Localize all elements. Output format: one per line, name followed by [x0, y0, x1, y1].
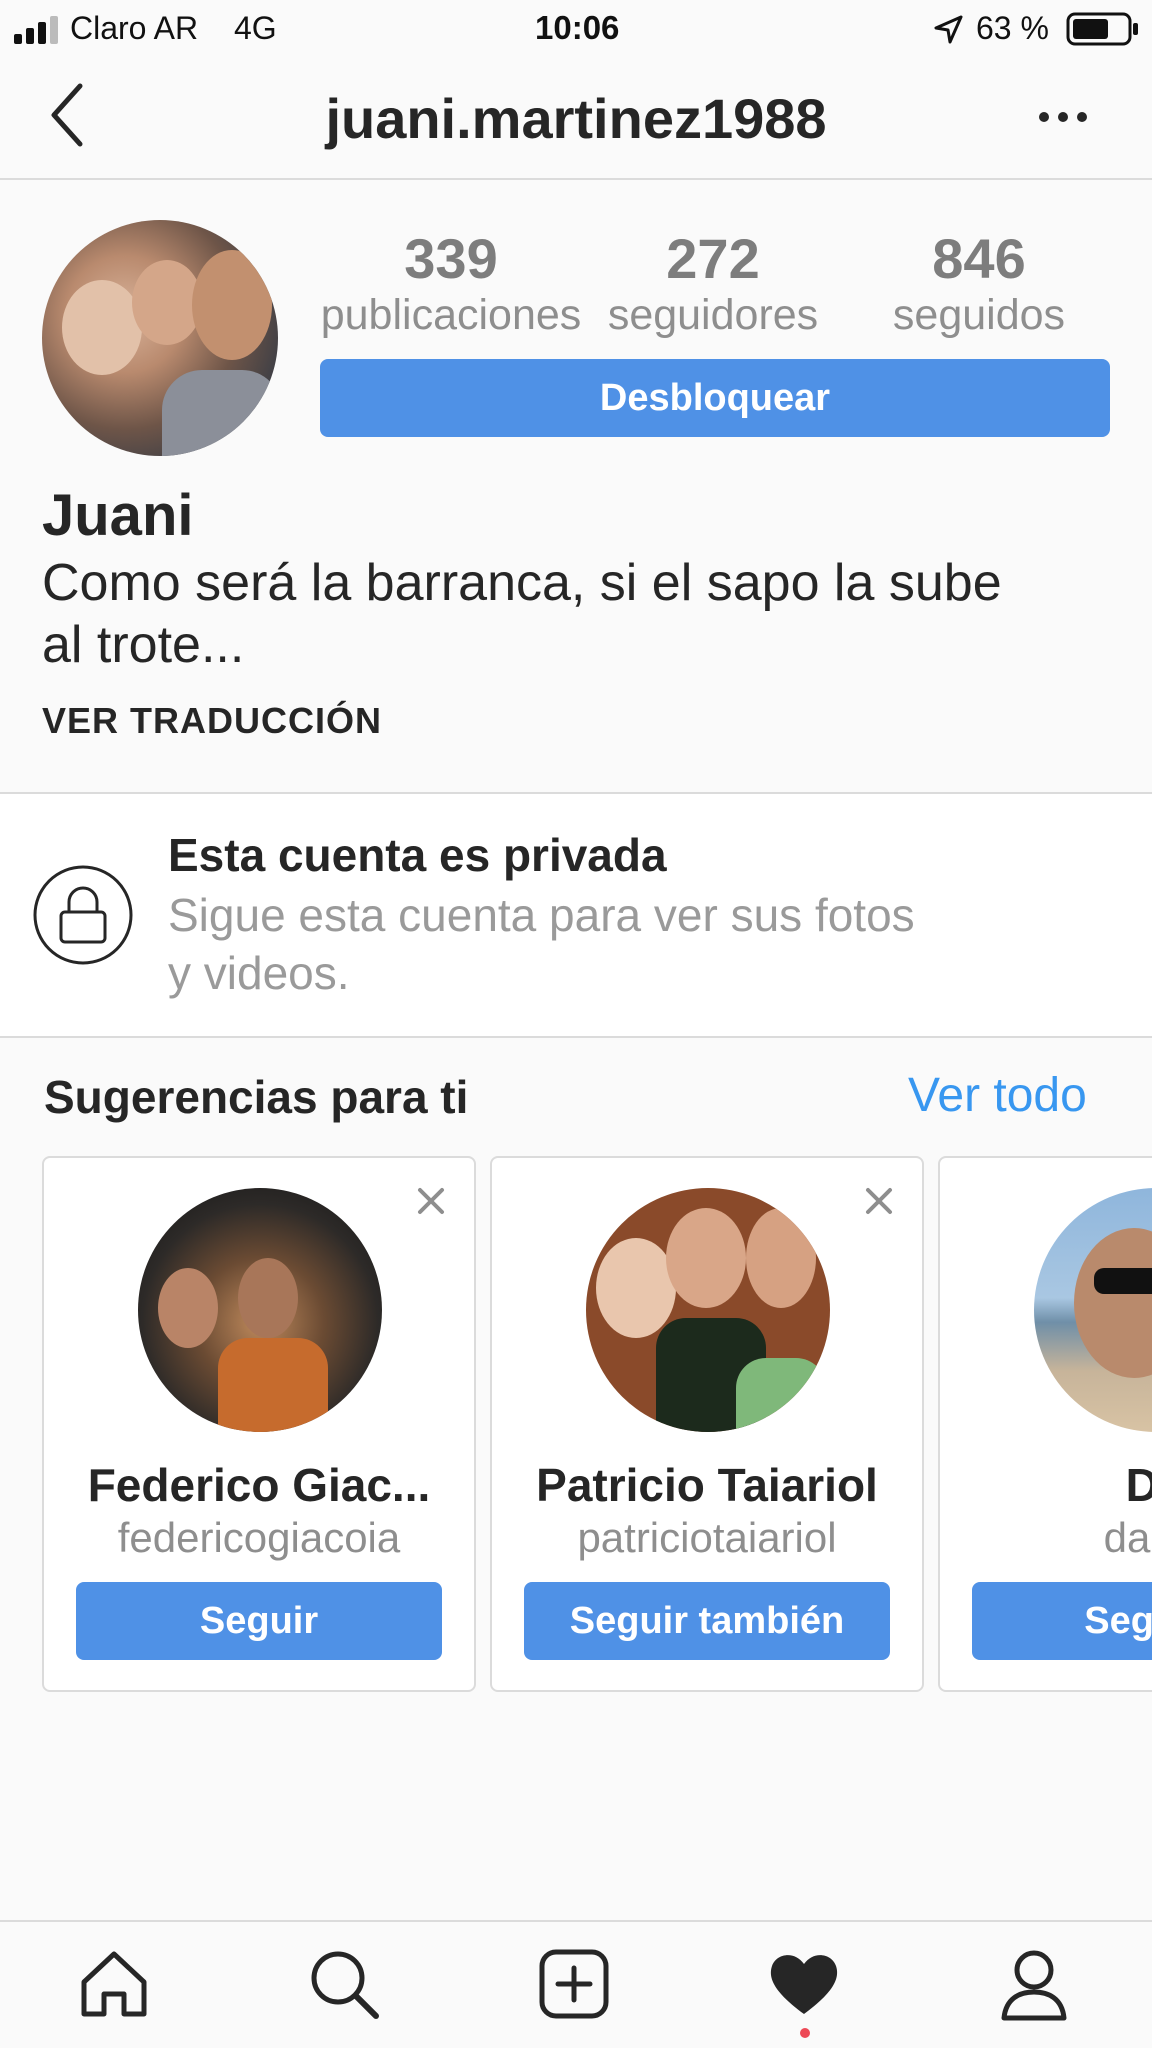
bio-line-2: al trote... — [42, 616, 245, 674]
unblock-button[interactable]: Desbloquear — [320, 359, 1110, 437]
page-title: juani.martinez1988 — [325, 87, 827, 150]
close-icon[interactable] — [864, 1186, 894, 1216]
stat-followers-value: 272 — [666, 227, 760, 290]
suggestion-avatar[interactable] — [1034, 1188, 1152, 1432]
avatar[interactable] — [42, 220, 278, 456]
stat-following-value: 846 — [932, 227, 1026, 290]
suggestion-username: da.ric — [1103, 1514, 1152, 1561]
battery-icon — [1066, 12, 1138, 46]
profile-icon[interactable] — [994, 1944, 1074, 2024]
lock-icon — [33, 865, 133, 965]
suggestion-name: Federico Giac... — [87, 1459, 431, 1511]
search-icon[interactable] — [304, 1944, 384, 2024]
stat-following[interactable]: 846 seguidos — [848, 226, 1110, 340]
suggestion-username: patriciotaiariol — [577, 1514, 837, 1561]
suggestion-card[interactable]: Da da.ric Seguir t — [938, 1156, 1152, 1692]
private-description: Sigue esta cuenta para ver sus fotos y v… — [168, 886, 915, 1002]
follow-back-button[interactable]: Seguir también — [524, 1582, 890, 1660]
more-horizontal-icon[interactable] — [1038, 110, 1088, 124]
profile-header: juani.martinez1988 — [0, 58, 1152, 180]
private-account-notice: Esta cuenta es privada Sigue esta cuenta… — [0, 794, 1152, 1036]
location-arrow-icon — [934, 15, 963, 44]
network-label: 4G — [234, 10, 277, 46]
profile-name: Juani — [42, 483, 194, 548]
stat-posts-label: publicaciones — [320, 291, 582, 339]
suggestions-title: Sugerencias para ti — [44, 1071, 469, 1123]
private-line-2: y videos. — [168, 947, 350, 999]
stat-posts-value: 339 — [404, 227, 498, 290]
private-title: Esta cuenta es privada — [168, 829, 667, 881]
signal-icon — [14, 16, 58, 44]
stat-followers[interactable]: 272 seguidores — [582, 226, 844, 340]
suggestion-avatar[interactable] — [138, 1188, 382, 1432]
notification-dot — [800, 2028, 810, 2038]
add-post-icon[interactable] — [534, 1944, 614, 2024]
status-bar: Claro AR 4G 10:06 63 % — [0, 0, 1152, 58]
follow-button[interactable]: Seguir — [76, 1582, 442, 1660]
activity-heart-icon[interactable] — [764, 1944, 844, 2024]
suggestion-name: Da — [940, 1458, 1152, 1512]
close-icon[interactable] — [416, 1186, 446, 1216]
clock: 10:06 — [535, 9, 620, 46]
see-all-link[interactable]: Ver todo — [908, 1068, 1087, 1123]
suggestion-avatar[interactable] — [586, 1188, 830, 1432]
suggestion-card[interactable]: Federico Giac... federicogiacoia Seguir — [42, 1156, 476, 1692]
private-line-1: Sigue esta cuenta para ver sus fotos — [168, 889, 915, 941]
follow-button[interactable]: Seguir t — [972, 1582, 1152, 1660]
divider — [0, 1036, 1152, 1038]
tab-bar — [0, 1922, 1152, 2048]
stat-posts[interactable]: 339 publicaciones — [320, 226, 582, 340]
battery-percent: 63 % — [976, 10, 1049, 46]
carrier-label: Claro AR — [70, 10, 199, 46]
profile-bio: Como será la barranca, si el sapo la sub… — [42, 552, 1002, 676]
home-icon[interactable] — [74, 1944, 154, 2024]
suggestion-username: federicogiacoia — [117, 1514, 401, 1561]
stat-followers-label: seguidores — [607, 291, 819, 339]
stat-following-label: seguidos — [892, 291, 1066, 339]
suggestion-name: Patricio Taiariol — [536, 1459, 878, 1511]
bio-line-1: Como será la barranca, si el sapo la sub… — [42, 554, 1002, 612]
suggestion-card[interactable]: Patricio Taiariol patriciotaiariol Segui… — [490, 1156, 924, 1692]
see-translation-link[interactable]: VER TRADUCCIÓN — [42, 700, 382, 742]
